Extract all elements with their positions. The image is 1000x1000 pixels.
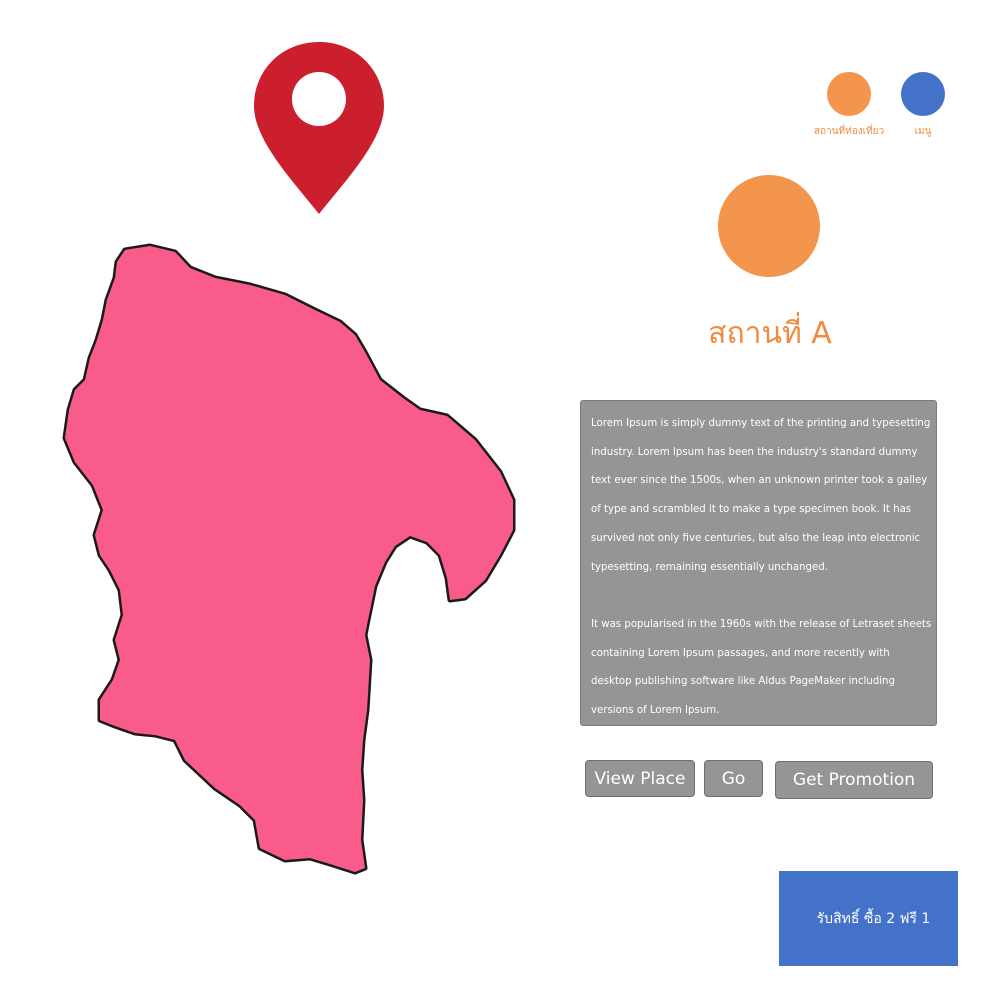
map-pin-shape: [254, 42, 384, 214]
nav-attractions-button[interactable]: [827, 72, 871, 116]
nav-menu-button[interactable]: [901, 72, 945, 116]
get-promotion-button[interactable]: Get Promotion: [775, 761, 933, 799]
view-place-button[interactable]: View Place: [585, 760, 695, 797]
promotion-banner[interactable]: รับสิทธิ์ ซื้อ 2 ฟรี 1: [779, 871, 958, 966]
go-button[interactable]: Go: [704, 760, 763, 797]
nav-menu-label[interactable]: เมนู: [903, 124, 943, 139]
region-map-fill: [65, 246, 513, 872]
map-pin-icon: [254, 42, 384, 214]
place-title: สถานที่ A: [708, 316, 832, 351]
place-image: [718, 175, 820, 277]
nav-attractions-label[interactable]: สถานที่ท่องเที่ยว: [812, 124, 886, 139]
place-description: Lorem Ipsum is simply dummy text of the …: [580, 400, 937, 726]
place-description-paragraph-1: Lorem Ipsum is simply dummy text of the …: [591, 418, 931, 573]
travel-place-page: สถานที่ท่องเที่ยว เมนู สถานที่ A Lorem I…: [0, 0, 1000, 1000]
place-description-paragraph-2: It was popularised in the 1960s with the…: [591, 618, 932, 717]
region-map[interactable]: [55, 240, 525, 880]
